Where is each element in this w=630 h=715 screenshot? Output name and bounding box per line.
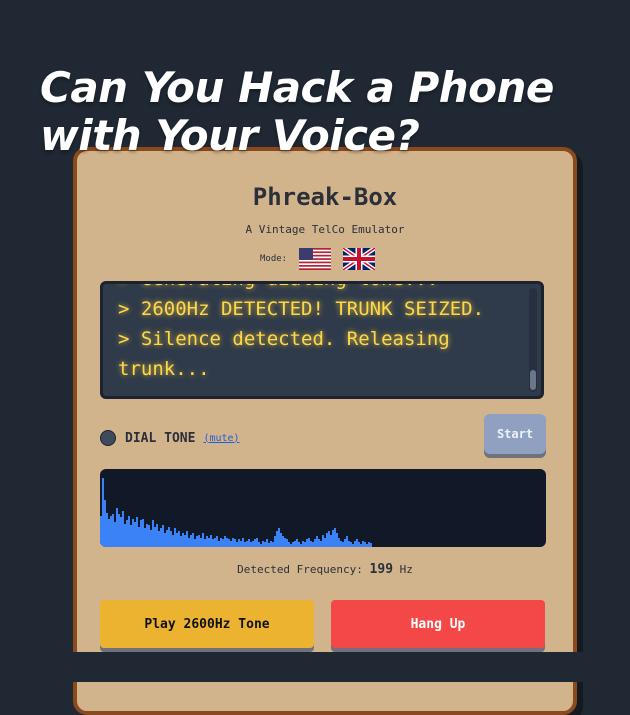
terminal-scrollbar[interactable] bbox=[529, 288, 537, 392]
hang-up-button[interactable]: Hang Up bbox=[331, 600, 545, 648]
device-subtitle: A Vintage TelCo Emulator bbox=[245, 223, 405, 236]
status-label: DIAL TONE bbox=[125, 430, 196, 446]
frequency-visualizer bbox=[100, 469, 546, 547]
frequency-unit: Hz bbox=[399, 563, 413, 576]
visualizer-bar bbox=[370, 543, 372, 547]
frequency-label: Detected Frequency: bbox=[237, 563, 363, 576]
phreak-box-panel: Phreak-Box A Vintage TelCo Emulator Mode… bbox=[73, 147, 577, 715]
page-title: Can You Hack a Phone with Your Voice? bbox=[40, 63, 554, 160]
play-2600hz-button[interactable]: Play 2600Hz Tone bbox=[100, 600, 314, 648]
scrollbar-thumb[interactable] bbox=[530, 370, 536, 390]
terminal-line: > Generating dialing tone... bbox=[118, 284, 518, 294]
terminal-line: > Silence detected. Releasing trunk... bbox=[118, 328, 462, 380]
mode-label: Mode: bbox=[260, 254, 288, 264]
page-background-strip bbox=[0, 652, 630, 682]
mode-selector: Mode: bbox=[260, 247, 387, 271]
terminal-log[interactable]: > Generating dialing tone... > 2600Hz DE… bbox=[100, 281, 544, 399]
status-row: DIAL TONE (mute) bbox=[100, 428, 240, 448]
status-indicator-light bbox=[100, 430, 116, 446]
frequency-value: 199 bbox=[369, 562, 394, 577]
us-flag-icon[interactable] bbox=[299, 248, 332, 270]
device-name: Phreak-Box bbox=[252, 183, 398, 211]
mute-link[interactable]: (mute) bbox=[203, 433, 239, 444]
terminal-line: > 2600Hz DETECTED! TRUNK SEIZED. bbox=[118, 298, 485, 320]
uk-flag-icon[interactable] bbox=[343, 248, 376, 270]
visualizer-bars bbox=[100, 469, 546, 547]
detected-frequency: Detected Frequency: 199 Hz bbox=[77, 562, 573, 577]
start-button[interactable]: Start bbox=[484, 414, 546, 454]
